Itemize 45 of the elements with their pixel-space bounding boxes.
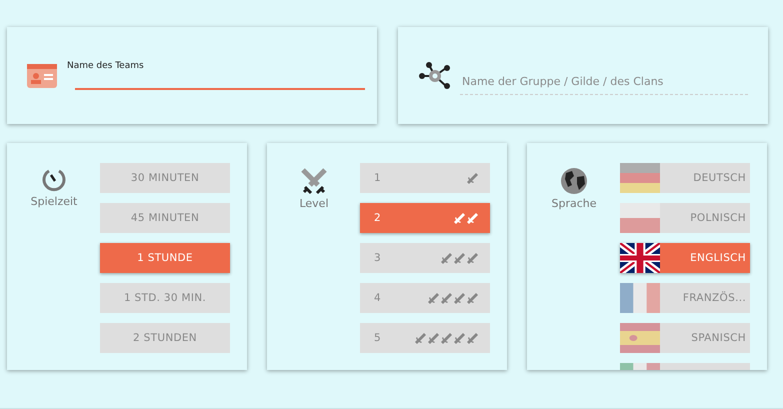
option-button[interactable]: 2 STUNDEN — [100, 323, 230, 353]
sword-icon — [441, 292, 452, 304]
section-label: Spielzeit — [30, 195, 78, 208]
network-icon — [418, 62, 452, 90]
section-label: Sprache — [551, 197, 596, 210]
option-button[interactable]: 45 MINUTEN — [100, 203, 230, 233]
id-card-icon — [27, 64, 57, 88]
sword-icon — [467, 212, 478, 224]
language-button[interactable]: ENGLISCH — [620, 243, 750, 273]
sword-icon — [454, 252, 465, 264]
sword-icon — [441, 332, 452, 344]
flag-icon — [620, 163, 660, 193]
sword-icon — [415, 332, 426, 344]
level-button[interactable]: 4 — [360, 283, 490, 313]
flag-icon — [620, 243, 660, 273]
option-button[interactable]: 1 STUNDE — [100, 243, 230, 273]
language-button[interactable]: POLNISCH — [620, 203, 750, 233]
sword-icon — [467, 332, 478, 344]
sword-icon — [428, 292, 439, 304]
level-button[interactable]: 1 — [360, 163, 490, 193]
flag-icon — [620, 203, 660, 233]
level-button[interactable]: 2 — [360, 203, 490, 233]
flag-icon — [620, 283, 660, 313]
option-button[interactable]: 30 MINUTEN — [100, 163, 230, 193]
sword-icon — [441, 252, 452, 264]
language-button[interactable]: DEUTSCH — [620, 163, 750, 193]
field-label: Name des Teams — [67, 61, 145, 71]
sword-icon — [454, 292, 465, 304]
level-button[interactable]: 3 — [360, 243, 490, 273]
option-button[interactable]: 1 STD. 30 MIN. — [100, 283, 230, 313]
sword-icon — [454, 332, 465, 344]
sword-icon — [467, 252, 478, 264]
flag-icon — [620, 323, 660, 353]
group-name-field[interactable]: Name der Gruppe / Gilde / des Clans — [460, 68, 748, 95]
globe-icon — [560, 167, 588, 195]
language-button[interactable]: SPANISCH — [620, 323, 750, 353]
section-label: Level — [299, 197, 329, 210]
timer-icon — [41, 167, 67, 193]
sword-icon — [467, 292, 478, 304]
crossed-swords-icon — [300, 167, 328, 195]
sword-icon — [454, 212, 465, 224]
sword-icon — [428, 332, 439, 344]
level-button[interactable]: 5 — [360, 323, 490, 353]
sword-icon — [467, 172, 478, 184]
language-button[interactable]: FRANZÖS... — [620, 283, 750, 313]
